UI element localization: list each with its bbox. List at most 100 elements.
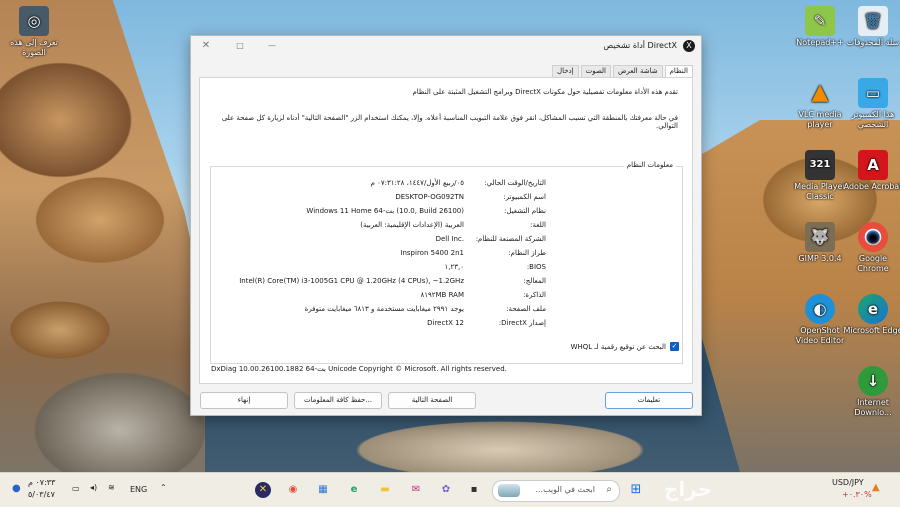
taskbar-copilot-icon[interactable]: ✿ — [438, 482, 454, 498]
notepadpp-icon: ✎ — [805, 6, 835, 36]
desktop-icon-label: تعرف إلى هذه الصورة — [10, 38, 58, 57]
whql-label: البحث عن توقيع رقمية لـ WHQL — [570, 342, 666, 351]
info-row-memory: الذاكرة: ٨١٩٢MB RAM — [211, 291, 682, 303]
save-all-information-button[interactable]: حفظ كافة المعلومات... — [294, 392, 382, 409]
clock-date[interactable]: ٥/٠٣/٤٧ — [28, 490, 55, 499]
desktop-icon-label: Internet Downlo... — [854, 398, 892, 417]
system-information-title: معلومات النظام — [623, 161, 676, 169]
next-page-button[interactable]: الصفحة التالية — [388, 392, 476, 409]
info-row-bios: BIOS: ١,٢٣,٠ — [211, 263, 682, 275]
notification-bell-icon[interactable]: ● — [12, 483, 21, 494]
info-label: طراز النظام: — [508, 249, 546, 257]
taskbar-search[interactable]: ابحث في الويب... ⌕ — [492, 480, 620, 502]
volume-icon[interactable]: ◂) — [90, 483, 97, 492]
info-label: التاريخ/الوقت الحالي: — [484, 179, 546, 187]
battery-icon[interactable]: ▭ — [72, 484, 80, 493]
info-value: DirectX 12 — [427, 319, 464, 327]
desktop-icon-learn-about-picture[interactable]: ◎ تعرف إلى هذه الصورة — [4, 6, 64, 58]
desktop-icon-label: هذا الكمبيوتر الشخصي — [851, 110, 895, 129]
desktop-icon-media-player-classic[interactable]: 321 Media Player Classic — [790, 150, 850, 202]
directx-icon: X — [683, 40, 695, 52]
whql-check-option[interactable]: ✓ البحث عن توقيع رقمية لـ WHQL — [571, 342, 679, 351]
taskbar-file-explorer-icon[interactable]: ▬ — [377, 482, 393, 498]
info-value: DESKTOP-OG092TN — [395, 193, 464, 201]
desktop-icon-label: GIMP 3.0.4 — [798, 254, 842, 263]
info-label: BIOS: — [526, 263, 546, 271]
desktop-icon-notepadpp[interactable]: ✎ Notepad++ — [790, 6, 850, 48]
chevron-up-icon[interactable]: ⌃ — [160, 483, 167, 492]
desktop-icon-chrome[interactable]: ◉ Google Chrome — [843, 222, 900, 274]
taskbar-mail-icon[interactable]: ✉ — [408, 482, 424, 498]
chrome-icon: ◉ — [858, 222, 888, 252]
desktop-icon-this-pc[interactable]: ▭ هذا الكمبيوتر الشخصي — [843, 78, 900, 130]
acrobat-icon: A — [858, 150, 888, 180]
info-row-language: اللغة: العربية (الإعدادات الإقليمية: الع… — [211, 221, 682, 233]
desktop-icon-idm[interactable]: ↓ Internet Downlo... — [843, 366, 900, 418]
info-value: Intel(R) Core(TM) i3-1005G1 CPU @ 1.20GH… — [239, 277, 464, 285]
wifi-icon[interactable]: ≋ — [108, 483, 115, 492]
window-title: أداة تشخيص DirectX — [603, 41, 677, 50]
search-highlight-image — [498, 484, 520, 497]
dxdiag-window: ✕ □ — أداة تشخيص DirectX X النظام شاشة ا… — [190, 35, 702, 416]
stock-widget-pair[interactable]: USD/JPY — [832, 478, 864, 487]
whql-checkbox[interactable]: ✓ — [670, 342, 679, 351]
tab-display[interactable]: شاشة العرض — [612, 65, 663, 77]
maximize-button[interactable]: □ — [227, 39, 253, 53]
taskbar-terminal-icon[interactable]: ▪ — [466, 482, 482, 498]
taskbar-chrome-icon[interactable]: ◉ — [285, 482, 301, 498]
edge-icon: e — [858, 294, 888, 324]
info-label: نظام التشغيل: — [504, 207, 546, 215]
info-value: ١,٢٣,٠ — [444, 263, 465, 271]
desktop-icon-gimp[interactable]: 🐺 GIMP 3.0.4 — [790, 222, 850, 264]
desktop-icon-edge[interactable]: e Microsoft Edge — [843, 294, 900, 336]
system-information-group: معلومات النظام التاريخ/الوقت الحالي: ٠٥/… — [210, 161, 683, 364]
desktop-icon-vlc[interactable]: ▲ VLC media player — [790, 78, 850, 130]
language-indicator[interactable]: ENG — [130, 485, 147, 494]
start-button[interactable]: ⊞ — [628, 482, 644, 498]
desktop-icon-label: Google Chrome — [857, 254, 889, 273]
monitor-icon: ▭ — [858, 78, 888, 108]
info-row-computer-name: اسم الكمبيوتر: DESKTOP-OG092TN — [211, 193, 682, 205]
system-tab-panel: تقدم هذه الأداة معلومات تفصيلية حول مكون… — [199, 77, 693, 384]
desktop-icon-label: سلة المحذوفات — [846, 38, 900, 47]
clock-time[interactable]: ٠٧:٣٣ م — [28, 478, 55, 487]
info-label: ملف الصفحة: — [506, 305, 546, 313]
stock-widget-change[interactable]: +٠.٣٠% — [842, 490, 872, 499]
tab-sound[interactable]: الصوت — [580, 65, 611, 77]
desktop-icon-recycle-bin[interactable]: 🗑 سلة المحذوفات — [843, 6, 900, 48]
info-label: الشركة المصنعة للنظام: — [475, 235, 546, 243]
desktop-icon-label: Microsoft Edge — [843, 326, 900, 335]
tab-system[interactable]: النظام — [664, 65, 693, 77]
search-placeholder: ابحث في الويب... — [535, 485, 595, 494]
help-paragraph: في حالة معرفتك بالمنطقة التي تسبب المشاك… — [221, 114, 678, 130]
gimp-icon: 🐺 — [805, 222, 835, 252]
vlc-cone-icon: ▲ — [811, 80, 829, 105]
recycle-bin-icon: 🗑 — [858, 6, 888, 36]
help-button[interactable]: تعليمات — [605, 392, 693, 409]
desktop-icon-openshot[interactable]: ◐ OpenShot Video Editor — [790, 294, 850, 346]
desktop-icon-label: Notepad++ — [796, 38, 844, 47]
tab-input[interactable]: إدخال — [552, 65, 579, 77]
info-label: المعالج: — [523, 277, 546, 285]
openshot-icon: ◐ — [805, 294, 835, 324]
desktop-icon-label: OpenShot Video Editor — [795, 326, 845, 345]
taskbar-store-icon[interactable]: ▦ — [315, 482, 331, 498]
camera-icon: ◎ — [19, 6, 49, 36]
info-value: العربية (الإعدادات الإقليمية: العربية) — [360, 221, 464, 229]
info-row-processor: المعالج: Intel(R) Core(TM) i3-1005G1 CPU… — [211, 277, 682, 289]
info-label: إصدار DirectX: — [498, 319, 546, 327]
desktop-icon-acrobat[interactable]: A Adobe Acrobat — [843, 150, 900, 192]
info-row-os: نظام التشغيل: Windows 11 Home 64-بت (10.… — [211, 207, 682, 219]
taskbar-edge-icon[interactable]: e — [346, 482, 362, 498]
desktop-icon-label: Adobe Acrobat — [843, 182, 900, 191]
stock-widget-icon[interactable]: ▲ — [872, 482, 880, 493]
minimize-button[interactable]: — — [259, 39, 285, 53]
close-button[interactable]: ✕ — [193, 39, 219, 53]
info-row-datetime: التاريخ/الوقت الحالي: ٠٥/ربيع الأول/١٤٤٧… — [211, 179, 682, 191]
exit-button[interactable]: إنهاء — [200, 392, 288, 409]
taskbar-dxdiag-icon[interactable]: ✕ — [255, 482, 271, 498]
info-value: Windows 11 Home 64-بت (10.0, Build 26100… — [306, 207, 464, 215]
info-label: الذاكرة: — [523, 291, 546, 299]
window-titlebar[interactable]: ✕ □ — أداة تشخيص DirectX X — [191, 36, 701, 56]
wallpaper-rock-bottom — [300, 410, 720, 472]
